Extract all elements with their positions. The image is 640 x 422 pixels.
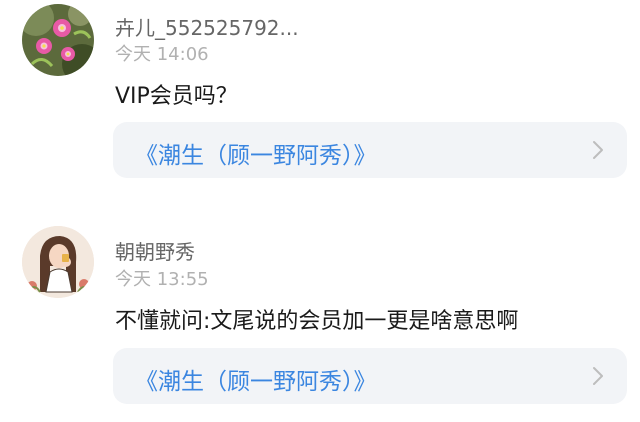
timestamp: 今天 14:06 [115,44,209,65]
chevron-right-icon [593,367,603,385]
book-link-card[interactable]: 《潮生（顾一野阿秀）》 [113,122,627,178]
avatar[interactable] [22,226,94,298]
username[interactable]: 朝朝野秀 [115,236,195,265]
comment-text: VIP会员吗？ [115,84,238,109]
girl-illustration-icon [22,226,94,298]
avatar[interactable] [22,4,94,76]
timestamp: 今天 13:55 [115,269,209,290]
book-link-card[interactable]: 《潮生（顾一野阿秀）》 [113,348,627,404]
book-title-link[interactable]: 《潮生（顾一野阿秀）》 [135,136,377,170]
username[interactable]: 卉儿_552525792... [115,12,299,41]
book-title-link[interactable]: 《潮生（顾一野阿秀）》 [135,362,377,396]
comment-text: 不懂就问:文尾说的会员加一更是啥意思啊 [115,309,519,334]
chevron-right-icon [593,141,603,159]
flower-photo-icon [22,4,94,76]
